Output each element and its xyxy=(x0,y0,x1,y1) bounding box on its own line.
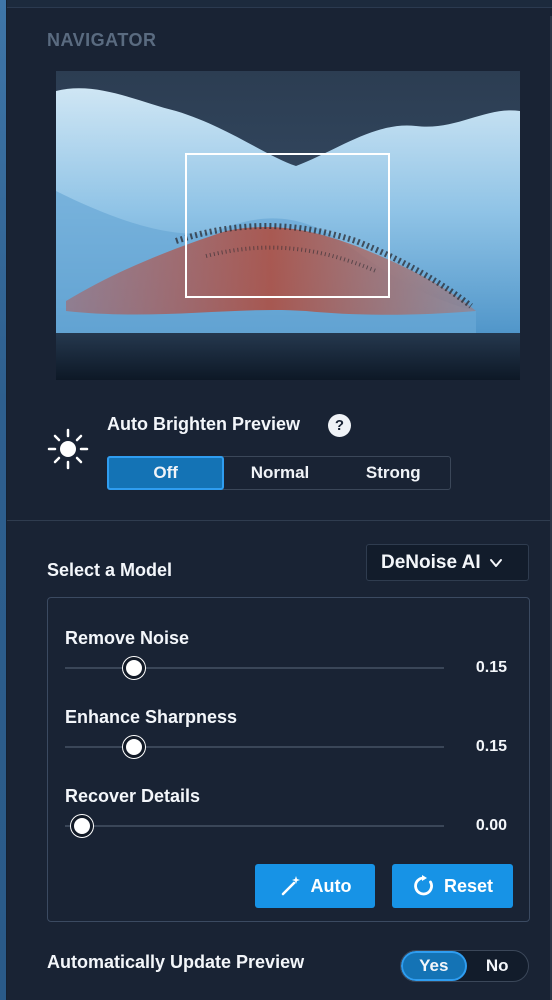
brighten-strong-option[interactable]: Strong xyxy=(337,457,450,489)
enhance-sharpness-slider[interactable] xyxy=(65,746,444,748)
denoise-side-panel: NAVIGATOR Auto Brighten Preview ? Off No… xyxy=(7,8,552,1000)
auto-brighten-segmented-control: Off Normal Strong xyxy=(107,456,451,490)
section-divider xyxy=(7,520,552,521)
left-panel-edge xyxy=(0,0,7,1000)
reset-button-label: Reset xyxy=(443,875,494,896)
recover-details-slider[interactable] xyxy=(65,825,444,827)
navigator-view-rectangle[interactable] xyxy=(185,153,390,298)
model-settings-box: Remove Noise 0.15 Enhance Sharpness 0.15… xyxy=(47,597,530,922)
auto-button-label: Auto xyxy=(310,875,352,896)
recover-details-label: Recover Details xyxy=(65,786,201,806)
select-model-label: Select a Model xyxy=(47,560,173,580)
chevron-down-icon xyxy=(489,558,502,567)
question-icon[interactable]: ? xyxy=(328,414,351,437)
auto-update-label: Automatically Update Preview xyxy=(47,952,305,972)
enhance-sharpness-label: Enhance Sharpness xyxy=(65,707,238,727)
magic-wand-icon xyxy=(281,876,300,896)
recover-details-thumb[interactable] xyxy=(71,815,93,837)
reset-icon xyxy=(414,875,433,896)
remove-noise-thumb[interactable] xyxy=(123,657,145,679)
auto-update-toggle: Yes No xyxy=(400,950,529,982)
sun-icon xyxy=(47,428,89,470)
model-selected-value: DeNoise AI xyxy=(381,551,481,573)
auto-button[interactable]: Auto xyxy=(255,864,375,908)
auto-update-yes[interactable]: Yes xyxy=(401,951,467,981)
recover-details-value: 0.00 xyxy=(475,817,507,834)
reset-button[interactable]: Reset xyxy=(392,864,513,908)
auto-update-no[interactable]: No xyxy=(467,951,529,981)
auto-brighten-label: Auto Brighten Preview xyxy=(107,414,301,434)
brighten-normal-option[interactable]: Normal xyxy=(223,457,336,489)
model-dropdown[interactable]: DeNoise AI xyxy=(366,544,529,581)
enhance-sharpness-thumb[interactable] xyxy=(123,736,145,758)
remove-noise-slider[interactable] xyxy=(65,667,444,669)
remove-noise-label: Remove Noise xyxy=(65,628,190,648)
top-panel-edge xyxy=(7,0,552,8)
navigator-title: NAVIGATOR xyxy=(47,30,157,50)
enhance-sharpness-value: 0.15 xyxy=(475,738,507,755)
remove-noise-value: 0.15 xyxy=(475,659,507,676)
navigator-thumbnail[interactable] xyxy=(56,71,520,380)
brighten-off-option[interactable]: Off xyxy=(107,456,225,490)
